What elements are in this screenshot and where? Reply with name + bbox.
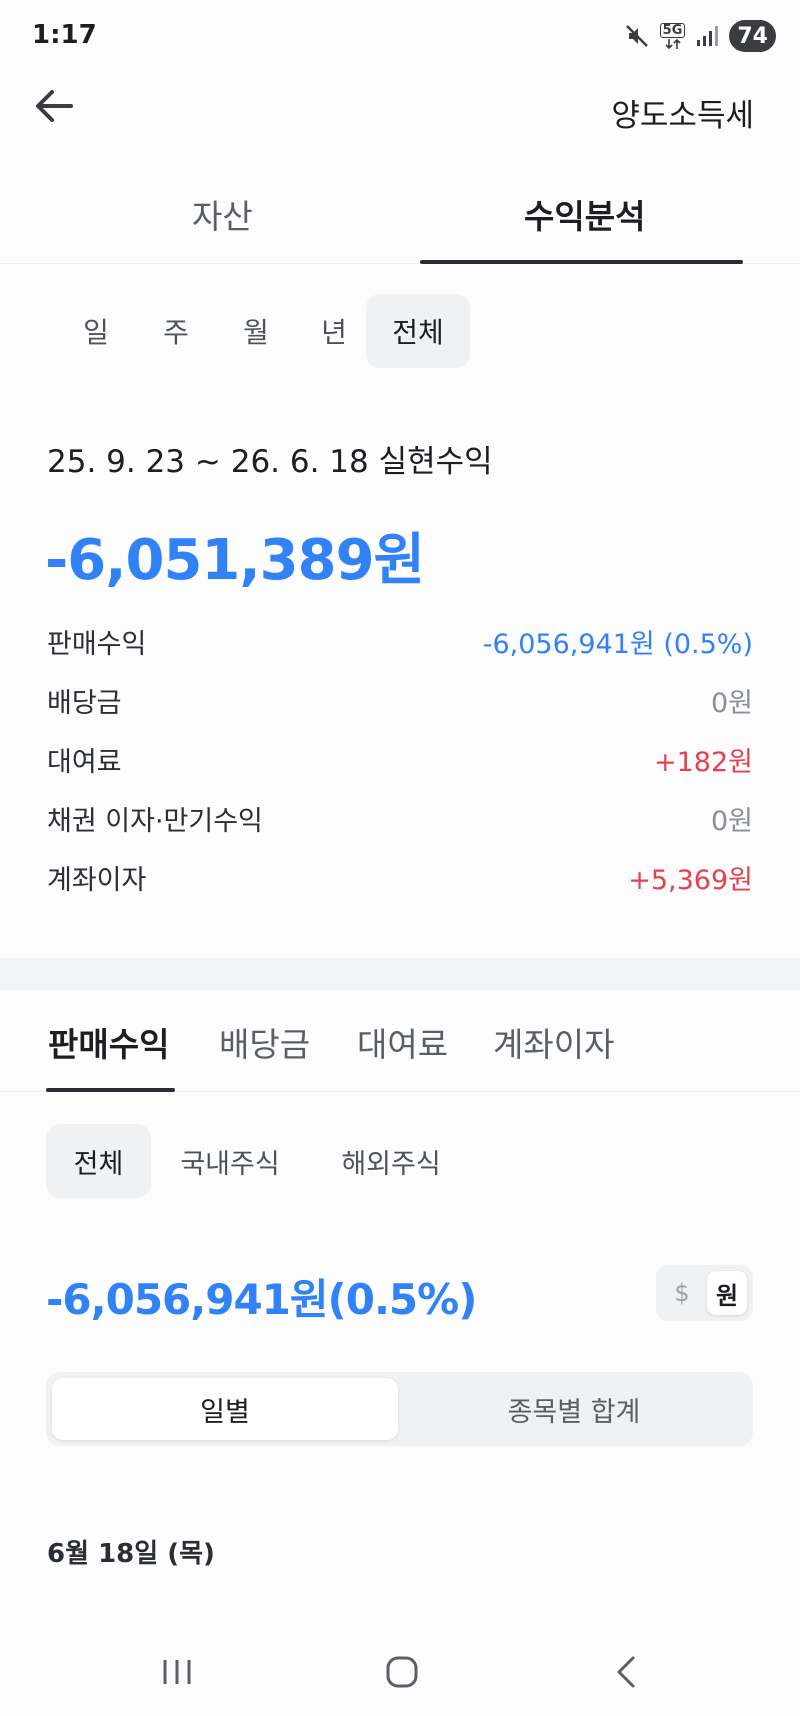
breakdown-row-bond-interest: 채권 이자·만기수익 0원	[47, 795, 753, 837]
status-time: 1:17	[32, 20, 97, 50]
back-button[interactable]	[30, 86, 78, 130]
market-domestic-chip[interactable]: 국내주식	[170, 1124, 290, 1198]
recent-apps-icon	[159, 1656, 195, 1692]
breakdown-label: 계좌이자	[47, 865, 147, 896]
market-all-chip[interactable]: 전체	[46, 1124, 151, 1198]
breakdown-label: 배당금	[47, 688, 122, 719]
arrow-left-icon	[34, 89, 74, 127]
breakdown-value: 0원	[710, 688, 753, 719]
signal-icon	[695, 24, 719, 48]
top-app-bar: 양도소득세	[0, 72, 800, 144]
currency-usd-option[interactable]: $	[662, 1271, 702, 1315]
realized-profit-range-title: 25. 9. 23 ~ 26. 6. 18 실현수익	[47, 444, 493, 480]
capital-gains-tax-link[interactable]: 양도소득세	[611, 90, 754, 135]
tab-profit-analysis[interactable]: 수익분석	[524, 190, 645, 238]
system-back-button[interactable]	[597, 1644, 657, 1704]
network-label: 5G	[659, 22, 686, 38]
realized-profit-total: -6,051,389원	[45, 528, 425, 593]
currency-toggle: $ 원	[656, 1265, 753, 1321]
tab-dividends[interactable]: 배당금	[219, 1018, 310, 1066]
recent-apps-button[interactable]	[147, 1644, 207, 1704]
back-icon	[613, 1654, 641, 1694]
5g-network-icon: 5G	[659, 22, 686, 50]
home-button[interactable]	[372, 1644, 432, 1704]
breakdown-row-dividends: 배당금 0원	[47, 677, 753, 719]
detail-tabs: 판매수익 배당금 대여료 계좌이자	[0, 990, 800, 1092]
breakdown-value: -6,056,941원 (0.5%)	[482, 629, 753, 660]
breakdown-row-sale-profit: 판매수익 -6,056,941원 (0.5%)	[47, 618, 753, 660]
breakdown-label: 판매수익	[47, 629, 147, 660]
view-daily-option[interactable]: 일별	[52, 1378, 398, 1440]
market-overseas-chip[interactable]: 해외주식	[331, 1124, 451, 1198]
status-icons: 5G 74	[624, 20, 776, 52]
sale-profit-amount: -6,056,941원(0.5%)	[46, 1275, 477, 1324]
tab-sale-profit[interactable]: 판매수익	[48, 1018, 169, 1066]
view-mode-segmented-control: 일별 종목별 합계	[46, 1372, 753, 1446]
tab-assets[interactable]: 자산	[192, 190, 253, 238]
list-date-header: 6월 18일 (목)	[47, 1539, 215, 1569]
breakdown-value: +182원	[654, 747, 753, 778]
system-nav-bar	[0, 1630, 800, 1716]
mute-icon	[624, 23, 650, 49]
status-bar: 1:17 5G 74	[0, 0, 800, 72]
period-all-chip[interactable]: 전체	[366, 294, 470, 368]
breakdown-value: 0원	[710, 806, 753, 837]
currency-krw-option[interactable]: 원	[707, 1271, 747, 1315]
active-detail-tab-indicator	[46, 1088, 175, 1092]
battery-icon: 74	[729, 20, 776, 52]
breakdown-label: 대여료	[47, 747, 122, 778]
active-tab-indicator	[420, 260, 743, 264]
view-by-stock-option[interactable]: 종목별 합계	[401, 1378, 747, 1440]
main-tabs: 자산 수익분석	[0, 168, 800, 264]
tab-lending-fee[interactable]: 대여료	[357, 1018, 448, 1066]
tab-account-interest[interactable]: 계좌이자	[493, 1018, 614, 1066]
breakdown-label: 채권 이자·만기수익	[47, 806, 263, 837]
breakdown-value: +5,369원	[628, 865, 753, 896]
breakdown-row-account-interest: 계좌이자 +5,369원	[47, 854, 753, 896]
section-divider	[0, 958, 800, 990]
breakdown-row-lending-fee: 대여료 +182원	[47, 736, 753, 778]
home-icon	[384, 1654, 420, 1694]
